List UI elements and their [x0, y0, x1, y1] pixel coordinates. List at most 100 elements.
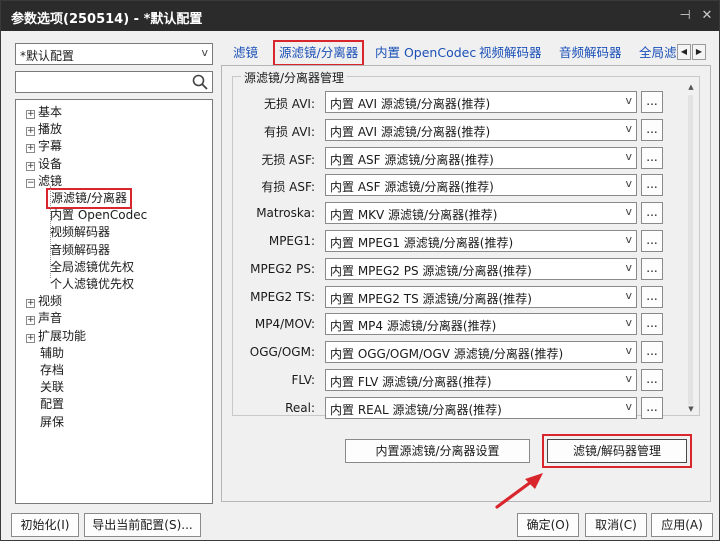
- close-icon[interactable]: ✕: [697, 6, 717, 26]
- filter-more-button[interactable]: ...: [641, 257, 663, 280]
- tree-item-label: 音频解码器: [50, 242, 111, 257]
- expand-icon[interactable]: +: [26, 299, 35, 309]
- tree-guide-line: [50, 186, 51, 278]
- filter-select[interactable]: 内置 MPEG1 源滤镜/分离器(推荐) v: [325, 230, 637, 252]
- filter-manager-button[interactable]: 滤镜/解码器管理: [542, 434, 692, 468]
- filter-select[interactable]: 内置 AVI 源滤镜/分离器(推荐) v: [325, 91, 637, 113]
- filter-more-button[interactable]: ...: [641, 174, 663, 197]
- tree-item[interactable]: 视频解码器: [50, 224, 110, 241]
- tab-source-filters[interactable]: 源滤镜/分离器: [273, 40, 365, 66]
- builtin-source-settings-button[interactable]: 内置源滤镜/分离器设置: [345, 439, 530, 463]
- filter-select[interactable]: 内置 OGG/OGM/OGV 源滤镜/分离器(推荐) v: [325, 341, 637, 364]
- tree-item-label: 扩展功能: [38, 328, 87, 343]
- filter-select-value: 内置 MPEG1 源滤镜/分离器(推荐): [330, 236, 514, 250]
- tree-item[interactable]: 内置 OpenCodec: [50, 207, 147, 224]
- tree-item[interactable]: 存档: [40, 362, 64, 379]
- filter-more-button[interactable]: ...: [641, 118, 663, 141]
- reset-button[interactable]: 初始化(I): [11, 513, 79, 537]
- tree-item-label: 基本: [38, 105, 63, 119]
- filter-row-label: MPEG1:: [268, 234, 315, 248]
- tab-scroll-right-icon[interactable]: ▶: [692, 44, 706, 60]
- chevron-down-icon: v: [625, 177, 632, 191]
- chevron-down-icon: v: [201, 46, 208, 59]
- filter-more-button[interactable]: ...: [641, 369, 663, 391]
- collapse-icon[interactable]: −: [26, 178, 35, 188]
- tree-item-label: 视频: [38, 294, 63, 309]
- filter-row: MPEG2 TS: 内置 MPEG2 TS 源滤镜/分离器(推荐) v...: [233, 285, 693, 310]
- filter-select[interactable]: 内置 MP4 源滤镜/分离器(推荐) v: [325, 313, 637, 336]
- tab-filters[interactable]: 滤镜: [233, 43, 258, 63]
- tab-audio-decoder[interactable]: 音频解码器: [559, 43, 622, 63]
- settings-tree[interactable]: + 基本 + 播放 + 字幕 + 设备 − 滤镜 源滤镜/分离器 内置 OpenCodec 视频解码器音…: [15, 99, 213, 504]
- filter-more-button[interactable]: ...: [641, 396, 663, 419]
- tree-item[interactable]: 全局滤镜优先权: [50, 259, 134, 276]
- filter-select[interactable]: 内置 FLV 源滤镜/分离器(推荐) v: [325, 369, 637, 391]
- filter-select[interactable]: 内置 ASF 源滤镜/分离器(推荐) v: [325, 174, 637, 197]
- scroll-down-icon[interactable]: ▼: [685, 405, 697, 413]
- expand-icon[interactable]: +: [26, 144, 35, 154]
- tree-item[interactable]: 辅助: [40, 345, 64, 362]
- scroll-up-icon[interactable]: ▲: [685, 83, 697, 91]
- expand-icon[interactable]: +: [26, 333, 35, 343]
- filter-select[interactable]: 内置 MPEG2 PS 源滤镜/分离器(推荐) v: [325, 257, 637, 280]
- tab-global-filters[interactable]: 全局滤: [639, 43, 679, 63]
- filter-row: MP4/MOV: 内置 MP4 源滤镜/分离器(推荐) v...: [233, 313, 693, 337]
- filter-more-button[interactable]: ...: [641, 341, 663, 364]
- expand-icon[interactable]: +: [26, 316, 35, 326]
- apply-button[interactable]: 应用(A): [651, 513, 713, 537]
- filter-more-button[interactable]: ...: [641, 146, 663, 169]
- tree-item[interactable]: 屏保: [40, 414, 64, 431]
- tree-item[interactable]: 个人滤镜优先权: [50, 276, 134, 293]
- filter-select[interactable]: 内置 AVI 源滤镜/分离器(推荐) v: [325, 118, 637, 141]
- tree-item[interactable]: 源滤镜/分离器: [46, 188, 133, 209]
- expand-icon[interactable]: +: [26, 127, 35, 137]
- title-bar[interactable]: 参数选项(250514) - *默认配置 ⊣ ✕: [1, 1, 719, 31]
- expand-icon[interactable]: +: [26, 110, 35, 119]
- scrollbar-thumb[interactable]: [688, 95, 693, 405]
- chevron-down-icon: v: [625, 233, 632, 246]
- tree-item[interactable]: 关联: [40, 379, 64, 396]
- tree-item-label: 播放: [38, 122, 63, 137]
- filter-row-label: 有损 AVI:: [263, 124, 315, 139]
- filter-more-button[interactable]: ...: [641, 313, 663, 336]
- tab-video-decoder[interactable]: 视频解码器: [479, 43, 542, 63]
- tree-item[interactable]: + 视频: [26, 293, 62, 310]
- tree-item[interactable]: 音频解码器: [50, 242, 110, 259]
- tree-item[interactable]: + 扩展功能: [26, 328, 86, 345]
- cancel-button[interactable]: 取消(C): [585, 513, 647, 537]
- filter-more-button[interactable]: ...: [641, 202, 663, 225]
- dialog-body: *默认配置 v + 基本 + 播放 + 字幕 + 设备 − 滤镜 源滤镜/分离器 内置 OpenCod…: [1, 31, 719, 540]
- tree-item[interactable]: + 字幕: [26, 138, 62, 155]
- tree-item[interactable]: + 声音: [26, 310, 62, 327]
- export-config-button[interactable]: 导出当前配置(S)...: [84, 513, 201, 537]
- filter-row-label: MPEG2 TS:: [250, 289, 315, 304]
- filter-select[interactable]: 内置 MKV 源滤镜/分离器(推荐) v: [325, 202, 637, 225]
- window-title: 参数选项(250514) - *默认配置: [11, 12, 203, 27]
- tab-scroll-left-icon[interactable]: ◀: [677, 44, 691, 60]
- tree-item[interactable]: + 设备: [26, 156, 62, 173]
- ok-button[interactable]: 确定(O): [517, 513, 579, 537]
- tree-item-label: 字幕: [38, 139, 63, 154]
- filter-select[interactable]: 内置 REAL 源滤镜/分离器(推荐) v: [325, 396, 637, 419]
- tree-item-label: 个人滤镜优先权: [50, 277, 135, 291]
- filter-more-button[interactable]: ...: [641, 285, 663, 308]
- profile-select[interactable]: *默认配置 v: [15, 43, 213, 65]
- filter-more-button[interactable]: ...: [641, 230, 663, 252]
- filter-select-value: 内置 MKV 源滤镜/分离器(推荐): [330, 208, 498, 223]
- chevron-down-icon: v: [625, 121, 632, 135]
- expand-icon[interactable]: +: [26, 161, 35, 171]
- filter-select[interactable]: 内置 ASF 源滤镜/分离器(推荐) v: [325, 146, 637, 169]
- tree-item[interactable]: + 播放: [26, 121, 62, 138]
- filter-more-button[interactable]: ...: [641, 91, 663, 113]
- tree-item[interactable]: + 基本: [26, 104, 62, 121]
- tree-item[interactable]: 配置: [40, 396, 64, 413]
- tab-opencodec[interactable]: 内置 OpenCodec: [375, 43, 476, 63]
- search-icon[interactable]: [191, 73, 209, 91]
- group-scrollbar[interactable]: ▲ ▼: [685, 83, 697, 413]
- search-input[interactable]: [15, 71, 213, 93]
- filter-row: Matroska: 内置 MKV 源滤镜/分离器(推荐) v...: [233, 202, 693, 226]
- pin-icon[interactable]: ⊣: [675, 6, 695, 26]
- filter-select[interactable]: 内置 MPEG2 TS 源滤镜/分离器(推荐) v: [325, 285, 637, 308]
- filter-select-value: 内置 ASF 源滤镜/分离器(推荐): [330, 152, 494, 167]
- tree-item-label: 设备: [38, 156, 63, 171]
